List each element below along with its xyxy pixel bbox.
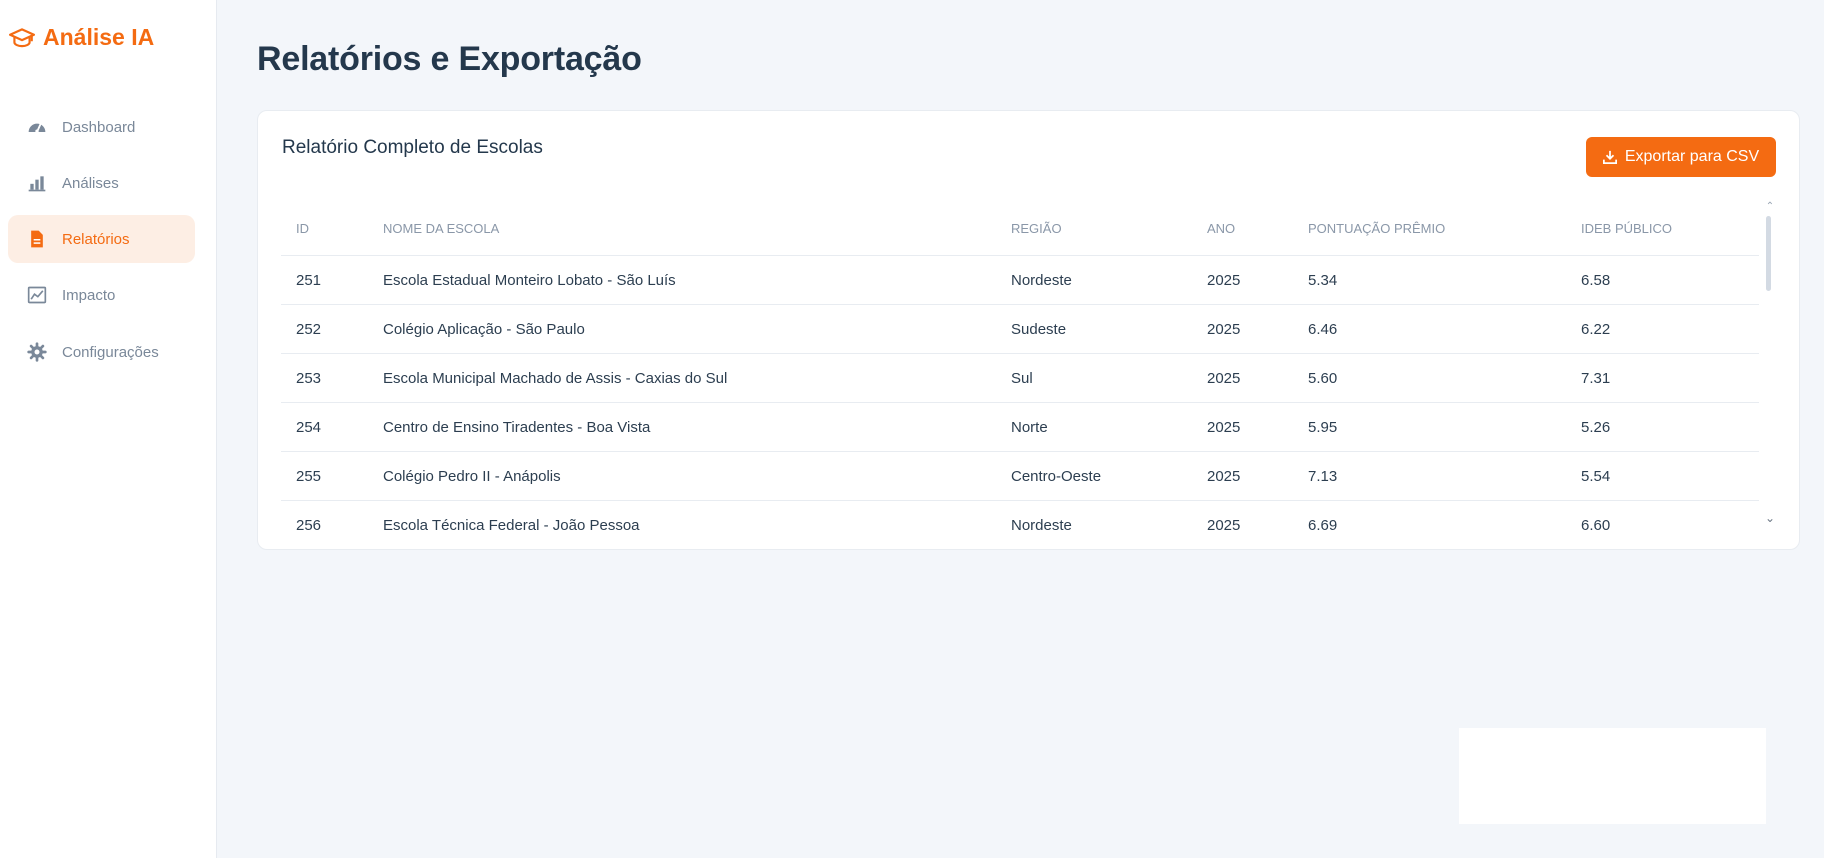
line-chart-icon (26, 284, 48, 306)
cell-regiao: Centro-Oeste (996, 451, 1192, 501)
table-row[interactable]: 254 Centro de Ensino Tiradentes - Boa Vi… (281, 402, 1759, 452)
brand-name: Análise IA (43, 24, 155, 50)
sidebar-item-impacto[interactable]: Impacto (8, 271, 195, 319)
cell-ano: 2025 (1192, 451, 1293, 501)
cell-nome: Escola Municipal Machado de Assis - Caxi… (368, 353, 996, 403)
cell-regiao: Nordeste (1011, 516, 1072, 534)
cell-ideb: 6.22 (1566, 304, 1759, 354)
cell-pontuacao: 6.69 (1308, 516, 1338, 534)
scroll-up-arrow-icon[interactable]: ⌃ (1764, 201, 1776, 212)
brand-logo[interactable]: Análise IA (9, 24, 154, 51)
cell-nome: Colégio Aplicação - São Paulo (368, 304, 996, 354)
sidebar-item-label: Configurações (62, 343, 159, 361)
column-header-id[interactable]: ID (281, 201, 368, 256)
cell-nome: Escola Estadual Monteiro Lobato - São Lu… (368, 255, 996, 305)
cell-pontuacao: 5.34 (1293, 255, 1566, 305)
cell-ano: 2025 (1192, 402, 1293, 452)
sidebar-item-analises[interactable]: Análises (8, 159, 195, 207)
column-header-ideb[interactable]: IDEB PÚBLICO (1566, 201, 1759, 256)
cell-pontuacao: 6.46 (1293, 304, 1566, 354)
cell-id: 254 (281, 402, 368, 452)
cell-regiao: Sul (996, 353, 1192, 403)
cell-nome: Escola Técnica Federal - João Pessoa (383, 516, 640, 534)
cell-ano: 2025 (1192, 353, 1293, 403)
sidebar-item-dashboard[interactable]: Dashboard (8, 103, 195, 151)
cell-ano: 2025 (1192, 304, 1293, 354)
table-row[interactable]: 253 Escola Municipal Machado de Assis - … (281, 353, 1759, 403)
cell-pontuacao: 7.13 (1293, 451, 1566, 501)
cell-nome: Colégio Pedro II - Anápolis (368, 451, 996, 501)
schools-table: ID NOME DA ESCOLA REGIÃO ANO PONTUAÇÃO P… (281, 201, 1759, 545)
column-header-regiao[interactable]: REGIÃO (996, 201, 1192, 256)
file-report-icon (26, 228, 48, 250)
schools-table-container: ID NOME DA ESCOLA REGIÃO ANO PONTUAÇÃO P… (281, 201, 1759, 545)
blank-panel (1459, 728, 1766, 824)
bar-chart-icon (26, 172, 48, 194)
cell-id: 255 (281, 451, 368, 501)
cell-id: 252 (281, 304, 368, 354)
table-row[interactable]: 255 Colégio Pedro II - Anápolis Centro-O… (281, 451, 1759, 501)
gear-icon (26, 341, 48, 363)
table-row[interactable]: 251 Escola Estadual Monteiro Lobato - Sã… (281, 255, 1759, 305)
graduation-cap-icon (9, 27, 35, 47)
table-row[interactable]: 252 Colégio Aplicação - São Paulo Sudest… (281, 304, 1759, 354)
cell-ideb: 7.31 (1566, 353, 1759, 403)
cell-ideb: 5.26 (1566, 402, 1759, 452)
table-header-row: ID NOME DA ESCOLA REGIÃO ANO PONTUAÇÃO P… (281, 201, 1759, 256)
cell-nome: Centro de Ensino Tiradentes - Boa Vista (368, 402, 996, 452)
cell-ano: 2025 (1192, 255, 1293, 305)
cell-id: 253 (281, 353, 368, 403)
cell-ano: 2025 (1207, 516, 1241, 534)
download-icon (1602, 150, 1617, 164)
column-header-nome[interactable]: NOME DA ESCOLA (368, 201, 996, 256)
sidebar: Análise IA Dashboard Análises Relatórios… (0, 0, 217, 858)
export-csv-label: Exportar para CSV (1624, 148, 1760, 165)
sidebar-item-label: Análises (62, 174, 119, 192)
sidebar-item-label: Impacto (62, 286, 116, 304)
cell-pontuacao: 5.95 (1293, 402, 1566, 452)
cell-pontuacao: 5.60 (1293, 353, 1566, 403)
sidebar-item-label: Relatórios (62, 230, 130, 248)
cell-regiao: Norte (996, 402, 1192, 452)
export-csv-button[interactable]: Exportar para CSV (1586, 137, 1776, 177)
cell-regiao: Nordeste (996, 255, 1192, 305)
cell-ideb: 6.60 (1581, 516, 1611, 534)
sidebar-item-configuracoes[interactable]: Configurações (8, 328, 195, 376)
sidebar-item-label: Dashboard (62, 118, 136, 136)
sidebar-item-relatorios[interactable]: Relatórios (8, 215, 195, 263)
gauge-icon (26, 116, 48, 138)
table-row[interactable]: 256 Escola Técnica Federal - João Pessoa… (281, 501, 1759, 546)
cell-regiao: Sudeste (996, 304, 1192, 354)
report-card: Relatório Completo de Escolas Exportar p… (257, 110, 1800, 550)
cell-ideb: 5.54 (1566, 451, 1759, 501)
cell-ideb: 6.58 (1566, 255, 1759, 305)
scrollbar-thumb[interactable] (1766, 216, 1771, 291)
cell-id: 251 (281, 255, 368, 305)
page-title: Relatórios e Exportação (257, 40, 642, 78)
column-header-ano[interactable]: ANO (1192, 201, 1293, 256)
cell-id: 256 (296, 516, 322, 534)
report-title: Relatório Completo de Escolas (282, 137, 543, 158)
scroll-down-arrow-icon[interactable]: ⌄ (1764, 511, 1776, 525)
column-header-pontuacao[interactable]: PONTUAÇÃO PRÊMIO (1293, 201, 1566, 256)
